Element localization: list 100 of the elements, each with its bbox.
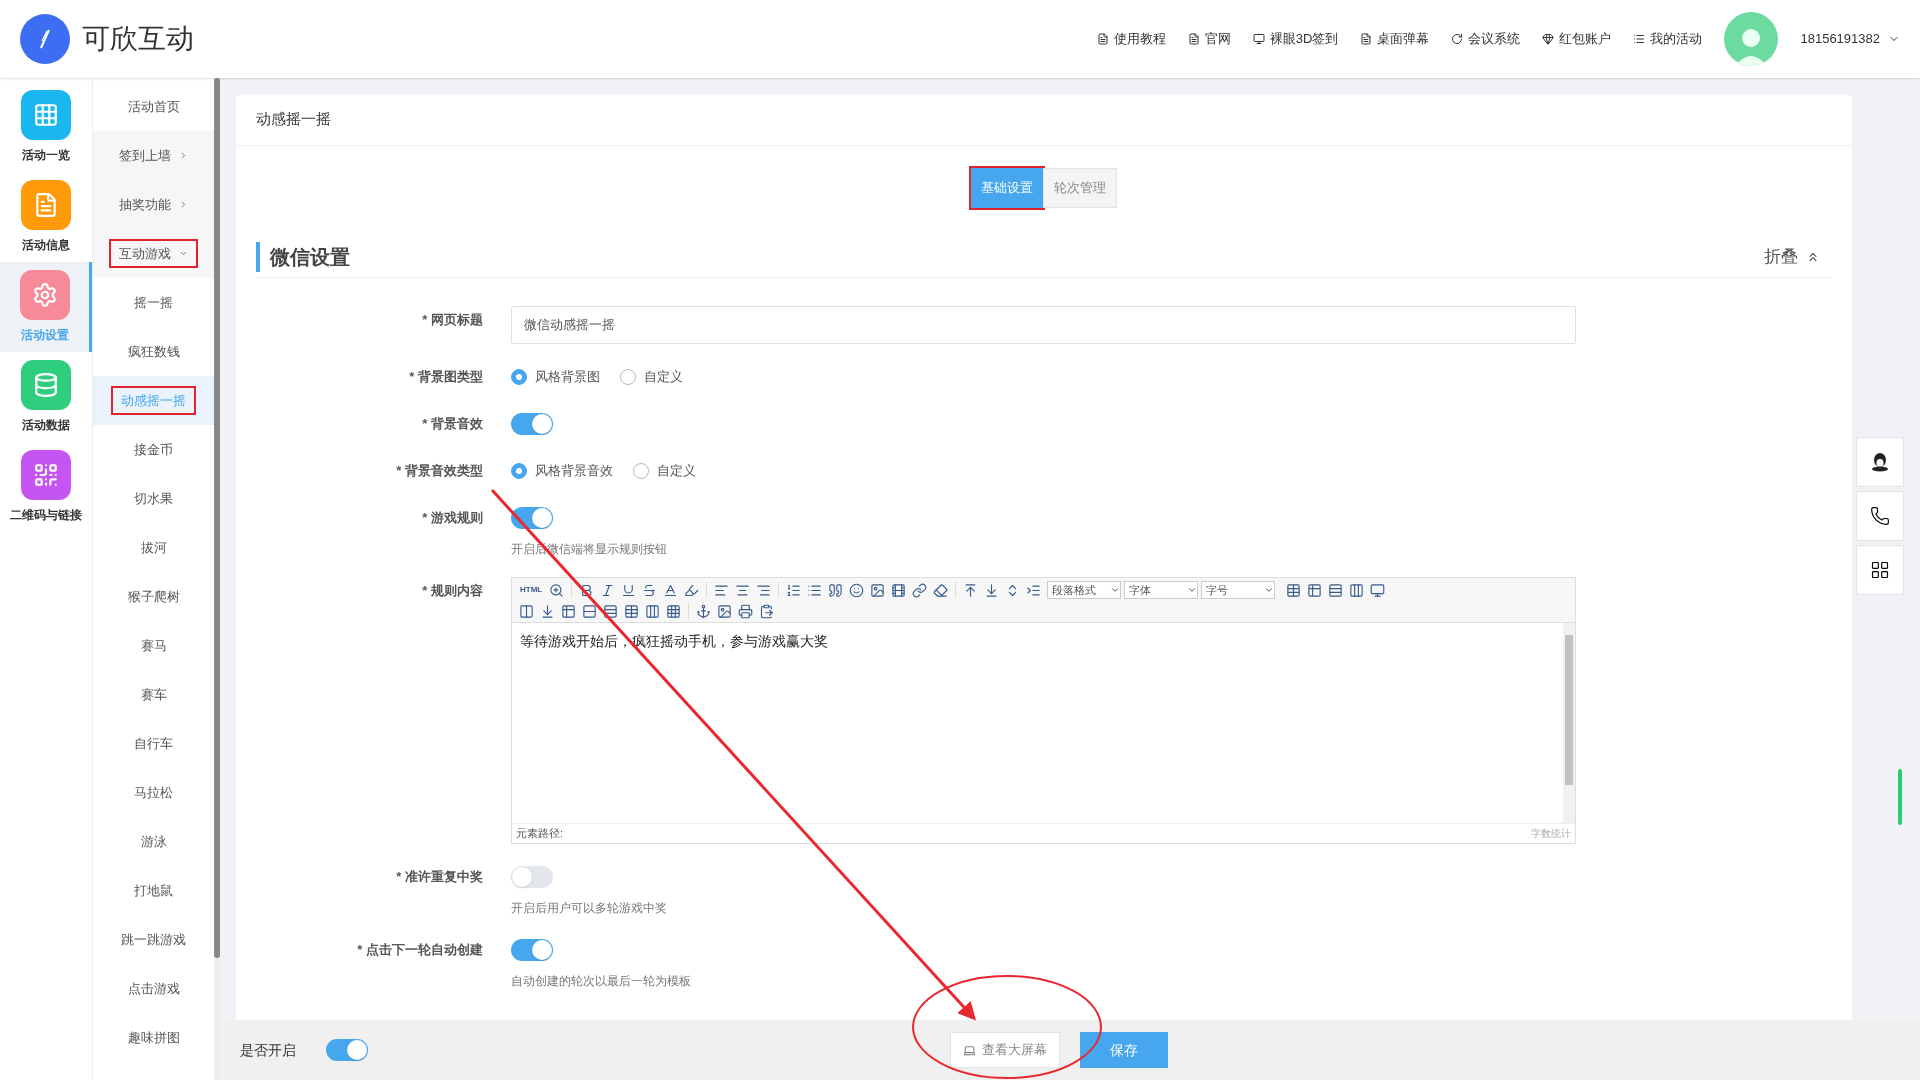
- radio-button[interactable]: [633, 463, 649, 479]
- italic-icon[interactable]: [600, 582, 616, 598]
- sidebar-label: 二维码与链接: [10, 507, 82, 524]
- sidebar-item[interactable]: 活动数据: [0, 352, 92, 442]
- toggle-switch[interactable]: [511, 866, 553, 888]
- nav-link[interactable]: 官网: [1187, 29, 1231, 49]
- submenu-item[interactable]: 摇一摇: [93, 278, 214, 327]
- underline-icon[interactable]: [621, 582, 637, 598]
- align-center-icon[interactable]: [735, 582, 751, 598]
- preview-button[interactable]: 查看大屏幕: [950, 1032, 1060, 1068]
- submenu-item[interactable]: 赛马: [93, 621, 214, 670]
- indent-icon[interactable]: [1026, 582, 1042, 598]
- zoom-icon[interactable]: [549, 582, 565, 598]
- caret-icon: [179, 200, 188, 209]
- nav-link[interactable]: 桌面弹幕: [1360, 29, 1430, 49]
- toggle-switch[interactable]: [511, 507, 553, 529]
- submenu-item[interactable]: 跳一跳游戏: [93, 915, 214, 964]
- bullet-list-icon[interactable]: [807, 582, 823, 598]
- numbered-list-icon[interactable]: [786, 582, 802, 598]
- radio-button[interactable]: [620, 369, 636, 385]
- radio-button[interactable]: [511, 369, 527, 385]
- submenu-item[interactable]: 打地鼠: [93, 866, 214, 915]
- document-icon: [1096, 33, 1109, 45]
- submenu-item[interactable]: 游泳: [93, 817, 214, 866]
- caret-icon: [179, 249, 188, 258]
- grid-icon[interactable]: [666, 603, 681, 619]
- html-button[interactable]: HTML: [516, 584, 547, 596]
- dropdown[interactable]: 段落格式: [1047, 581, 1122, 599]
- submenu-item[interactable]: 趣味拼图: [93, 1013, 214, 1062]
- page-title: 动感摇一摇: [256, 109, 331, 130]
- align-right-icon[interactable]: [756, 582, 772, 598]
- collapse-button[interactable]: 折叠: [1764, 243, 1820, 270]
- submenu-item[interactable]: 切水果: [93, 474, 214, 523]
- table-icon[interactable]: [1286, 582, 1302, 598]
- toggle-switch[interactable]: [326, 1039, 368, 1061]
- dropdown[interactable]: 字体: [1124, 581, 1199, 599]
- table-icon[interactable]: [561, 603, 576, 619]
- highlighter-icon[interactable]: [684, 582, 700, 598]
- qr-button[interactable]: [1856, 545, 1904, 595]
- field-label: * 准许重复中奖: [396, 868, 483, 886]
- columns-icon[interactable]: [1349, 582, 1365, 598]
- quote-icon[interactable]: [828, 582, 844, 598]
- user-menu[interactable]: 18156191382: [1800, 29, 1900, 49]
- strikethrough-icon[interactable]: [642, 582, 658, 598]
- align-left-icon[interactable]: [714, 582, 730, 598]
- image-icon[interactable]: [717, 603, 732, 619]
- field-label: * 背景图类型: [409, 368, 483, 386]
- rows-icon[interactable]: [1328, 582, 1344, 598]
- rows-icon[interactable]: [603, 603, 618, 619]
- submenu-item[interactable]: 抽奖功能: [93, 180, 214, 229]
- submenu-item[interactable]: 疯狂数钱: [93, 327, 214, 376]
- nav-link[interactable]: 会议系统: [1451, 29, 1521, 49]
- document-icon: [1187, 33, 1200, 45]
- sidebar-label: 活动一览: [22, 147, 70, 164]
- radio-button[interactable]: [511, 463, 527, 479]
- toggle-switch[interactable]: [511, 939, 553, 961]
- table-icon[interactable]: [624, 603, 639, 619]
- enable-label: 是否开启: [240, 1040, 296, 1060]
- columns-icon[interactable]: [645, 603, 660, 619]
- nav-link[interactable]: 裸眼3D签到: [1252, 29, 1339, 49]
- radio-label: 风格背景图: [535, 368, 600, 387]
- font-color-icon[interactable]: [663, 582, 679, 598]
- paste-icon[interactable]: [759, 603, 774, 619]
- submenu-item[interactable]: 接金币: [93, 425, 214, 474]
- scroll-indicator: [1898, 769, 1902, 825]
- submenu-item[interactable]: 赛车: [93, 670, 214, 719]
- toggle-switch[interactable]: [511, 413, 553, 435]
- insert-icon[interactable]: [540, 603, 555, 619]
- printer-icon[interactable]: [738, 603, 753, 619]
- emoji-icon[interactable]: [849, 582, 865, 598]
- grid-icon: [1870, 560, 1890, 580]
- anchor-icon[interactable]: [696, 603, 711, 619]
- submenu-item[interactable]: 猴子爬树: [93, 572, 214, 621]
- submenu-item[interactable]: 互动游戏: [93, 229, 214, 278]
- eraser-icon[interactable]: [933, 582, 949, 598]
- sidebar-item[interactable]: 活动一览: [0, 82, 92, 172]
- submenu-item[interactable]: 自行车: [93, 719, 214, 768]
- image-icon[interactable]: [870, 582, 886, 598]
- submenu-item[interactable]: 点击游戏: [93, 964, 214, 1013]
- submenu-item[interactable]: 马拉松: [93, 768, 214, 817]
- columns-icon[interactable]: [519, 603, 534, 619]
- table-icon[interactable]: [1307, 582, 1323, 598]
- text-field[interactable]: 微信动感摇一摇: [511, 306, 1576, 344]
- nav-link[interactable]: 红包账户: [1542, 29, 1612, 49]
- nav-link[interactable]: 使用教程: [1096, 29, 1166, 49]
- element-path: 元素路径:: [516, 826, 564, 842]
- phone-button[interactable]: [1856, 491, 1904, 541]
- link-icon[interactable]: [912, 582, 928, 598]
- sidebar-item[interactable]: 二维码与链接: [0, 442, 92, 532]
- submenu-item[interactable]: 活动首页: [93, 82, 214, 131]
- submenu-item[interactable]: 签到上墙: [93, 131, 214, 180]
- support-button[interactable]: [1856, 437, 1904, 487]
- nav-link[interactable]: 我的活动: [1633, 29, 1703, 49]
- submenu-item[interactable]: 拔河: [93, 523, 214, 572]
- preview-icon[interactable]: [1370, 582, 1386, 598]
- film-icon[interactable]: [891, 582, 907, 598]
- dropdown[interactable]: 字号: [1201, 581, 1276, 599]
- editor-content[interactable]: 等待游戏开始后，疯狂摇动手机，参与游戏赢大奖: [512, 623, 1563, 823]
- rows-icon[interactable]: [582, 603, 597, 619]
- sidebar-item[interactable]: 活动信息: [0, 172, 92, 262]
